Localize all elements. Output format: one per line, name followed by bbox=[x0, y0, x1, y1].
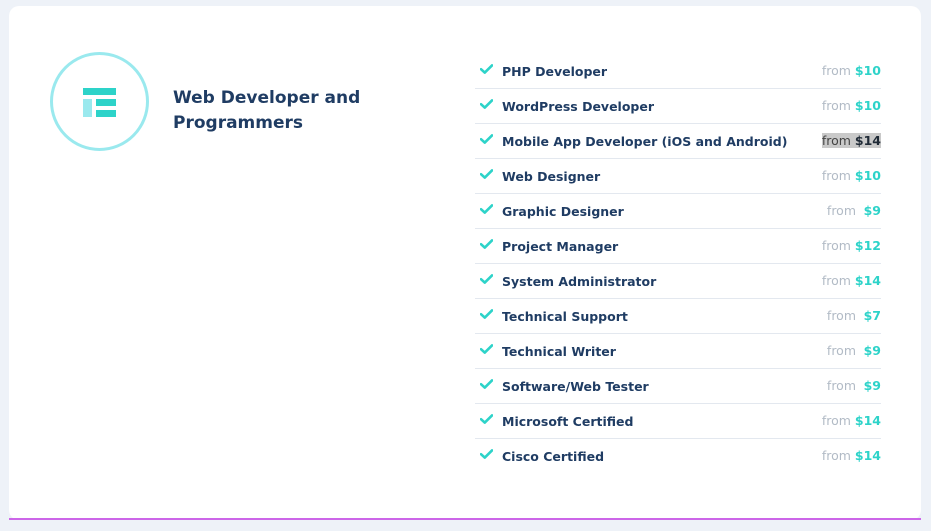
role-name: Mobile App Developer (iOS and Android) bbox=[502, 134, 788, 149]
from-label: from bbox=[821, 238, 851, 253]
role-row: WordPress Developer from $10 bbox=[475, 89, 881, 124]
role-price: from $7 bbox=[827, 308, 881, 323]
role-price: from $9 bbox=[827, 203, 881, 218]
price-amount: $12 bbox=[854, 238, 881, 253]
role-price: from $10 bbox=[822, 98, 881, 113]
check-icon bbox=[480, 309, 493, 319]
check-icon bbox=[480, 449, 493, 459]
from-label: from bbox=[821, 98, 851, 113]
price-amount: $9 bbox=[863, 378, 881, 393]
category-icon-circle bbox=[50, 52, 149, 151]
role-name: Project Manager bbox=[502, 239, 619, 254]
from-label: from bbox=[821, 413, 851, 428]
role-row: Web Designer from $10 bbox=[475, 159, 881, 194]
check-icon bbox=[480, 99, 493, 109]
from-label: from bbox=[826, 343, 857, 358]
role-row: Cisco Certified from $14 bbox=[475, 439, 881, 473]
role-price: from $10 bbox=[822, 63, 881, 78]
role-price: from $9 bbox=[827, 343, 881, 358]
from-label: from bbox=[826, 378, 857, 393]
role-row: Mobile App Developer (iOS and Android) fr… bbox=[475, 124, 881, 159]
role-price: from $14 bbox=[822, 413, 881, 428]
bottom-accent-strip bbox=[9, 518, 921, 520]
price-amount: $9 bbox=[863, 203, 881, 218]
price-amount: $9 bbox=[863, 343, 881, 358]
role-name: Technical Support bbox=[502, 309, 628, 324]
section-title: Web Developer and Programmers bbox=[173, 88, 361, 133]
check-icon bbox=[480, 414, 493, 424]
price-amount: $10 bbox=[854, 168, 881, 183]
role-name: PHP Developer bbox=[502, 64, 608, 79]
role-row: System Administrator from $14 bbox=[475, 264, 881, 299]
price-amount: $14 bbox=[854, 133, 881, 148]
role-row: PHP Developer from $10 bbox=[475, 54, 881, 89]
role-name: WordPress Developer bbox=[502, 99, 655, 114]
role-price-list: PHP Developer from $10 WordPress Developer… bbox=[475, 54, 881, 473]
role-price: from $12 bbox=[822, 238, 881, 253]
role-name: Cisco Certified bbox=[502, 449, 605, 464]
check-icon bbox=[480, 344, 493, 354]
check-icon bbox=[480, 204, 493, 214]
role-name: Microsoft Certified bbox=[502, 414, 634, 429]
from-label: from bbox=[821, 273, 851, 288]
role-name: Software/Web Tester bbox=[502, 379, 649, 394]
role-price: from $14 bbox=[821, 133, 881, 148]
service-card: Web Developer and Programmers PHP Develo… bbox=[9, 6, 921, 520]
price-amount: $7 bbox=[863, 308, 881, 323]
role-row: Project Manager from $12 bbox=[475, 229, 881, 264]
from-label: from bbox=[821, 63, 851, 78]
role-name: Graphic Designer bbox=[502, 204, 624, 219]
role-name: Web Designer bbox=[502, 169, 601, 184]
role-name: System Administrator bbox=[502, 274, 657, 289]
price-amount: $14 bbox=[854, 273, 881, 288]
price-amount: $10 bbox=[854, 98, 881, 113]
check-icon bbox=[480, 134, 493, 144]
check-icon bbox=[480, 239, 493, 249]
check-icon bbox=[480, 274, 493, 284]
check-icon bbox=[480, 64, 493, 74]
role-row: Technical Support from $7 bbox=[475, 299, 881, 334]
price-amount: $10 bbox=[854, 63, 881, 78]
layout-list-icon bbox=[83, 88, 116, 117]
check-icon bbox=[480, 169, 493, 179]
price-amount: $14 bbox=[854, 448, 881, 463]
from-label: from bbox=[821, 168, 851, 183]
role-row: Software/Web Tester from $9 bbox=[475, 369, 881, 404]
role-price: from $9 bbox=[827, 378, 881, 393]
role-row: Technical Writer from $9 bbox=[475, 334, 881, 369]
from-label: from bbox=[826, 203, 857, 218]
role-row: Microsoft Certified from $14 bbox=[475, 404, 881, 439]
role-price: from $14 bbox=[822, 273, 881, 288]
role-name: Technical Writer bbox=[502, 344, 616, 359]
role-row: Graphic Designer from $9 bbox=[475, 194, 881, 229]
role-price: from $10 bbox=[822, 168, 881, 183]
from-label: from bbox=[821, 133, 851, 148]
from-label: from bbox=[821, 448, 851, 463]
role-price: from $14 bbox=[822, 448, 881, 463]
check-icon bbox=[480, 379, 493, 389]
from-label: from bbox=[826, 308, 857, 323]
price-amount: $14 bbox=[854, 413, 881, 428]
